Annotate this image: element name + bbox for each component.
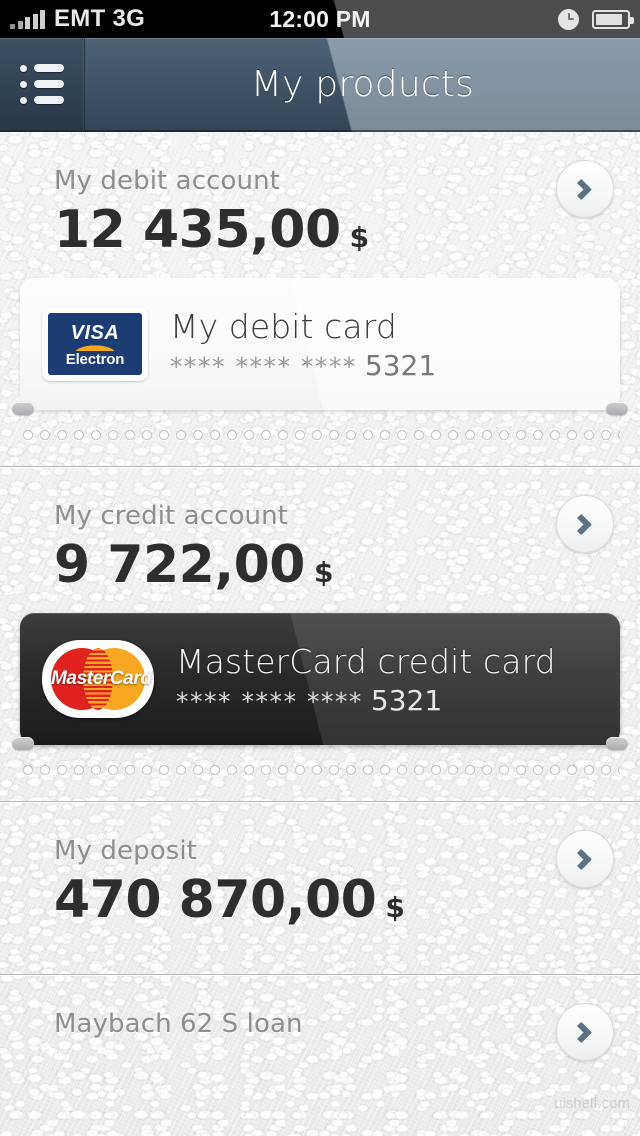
visa-electron-logo-icon: VISA Electron [42, 307, 148, 381]
card-credit-text: MasterCard credit card **** **** **** 53… [176, 642, 556, 717]
account-label: My credit account [54, 501, 288, 531]
watermark: uishelf.com [554, 1095, 630, 1112]
card-credit[interactable]: MasterCard MasterCard credit card **** *… [20, 613, 620, 745]
card-number: **** **** **** 5321 [176, 684, 556, 717]
card-number-mask: **** **** **** [176, 686, 363, 716]
products-list: My debit account 12 435,00 $ VISA Electr… [0, 132, 640, 1136]
chevron-right-icon [570, 178, 592, 200]
card-title: My debit card [170, 306, 397, 346]
visa-swoosh-icon [71, 344, 119, 351]
account-summary-debit[interactable]: My debit account 12 435,00 $ [0, 132, 640, 260]
account-currency: $ [385, 891, 405, 924]
status-bar-right [558, 0, 634, 38]
card-title: MasterCard credit card [176, 641, 556, 681]
chevron-right-icon [570, 848, 592, 870]
chevron-right-icon [570, 513, 592, 535]
account-summary-credit[interactable]: My credit account 9 722,00 $ [0, 467, 640, 595]
account-amount: 470 870,00 [54, 870, 377, 930]
card-rivet-right [606, 402, 628, 415]
account-currency: $ [349, 221, 370, 254]
account-amount: 12 435,00 [54, 200, 341, 260]
list-menu-icon [20, 64, 64, 104]
chevron-right-icon [570, 1021, 592, 1043]
account-balance-row: 470 870,00 $ [54, 870, 640, 930]
visa-electron-wordmark: Electron [65, 351, 125, 368]
card-number-last4: 5321 [370, 683, 443, 717]
account-amount: 9 722,00 [54, 535, 305, 595]
battery-icon [592, 9, 634, 29]
card-number-last4: 5321 [364, 348, 437, 382]
account-detail-button[interactable] [556, 830, 614, 888]
page-title: My products [250, 63, 475, 105]
card-debit[interactable]: VISA Electron My debit card **** **** **… [20, 278, 620, 410]
card-number-mask: **** **** **** [170, 351, 357, 381]
stitched-edge [20, 759, 620, 779]
mastercard-wordmark: MasterCard [51, 668, 152, 689]
account-group-deposit[interactable]: My deposit 470 870,00 $ [0, 802, 640, 974]
mastercard-logo-icon: MasterCard [42, 640, 154, 718]
account-group-credit[interactable]: My credit account 9 722,00 $ MasterCard [0, 467, 640, 801]
visa-wordmark: VISA [70, 322, 120, 344]
account-detail-button[interactable] [556, 495, 614, 553]
navbar-bottom-shadow [0, 130, 640, 132]
card-rivet-right [606, 737, 628, 750]
account-label: My debit account [54, 166, 280, 196]
status-bar: EMT 3G 12:00 PM [0, 0, 640, 38]
card-number: **** **** **** 5321 [170, 349, 436, 382]
card-rivet-left [12, 737, 34, 750]
status-bar-time: 12:00 PM [269, 5, 371, 32]
card-debit-wrapper[interactable]: VISA Electron My debit card **** **** **… [12, 278, 628, 415]
account-currency: $ [313, 556, 334, 589]
account-label: Maybach 62 S loan [54, 1009, 303, 1039]
card-credit-wrapper[interactable]: MasterCard MasterCard credit card **** *… [12, 613, 628, 750]
account-balance-row: 9 722,00 $ [54, 535, 640, 595]
account-summary-deposit[interactable]: My deposit 470 870,00 $ [0, 802, 640, 930]
account-summary-loan[interactable]: Maybach 62 S loan [0, 975, 640, 1061]
card-rivet-left [12, 402, 34, 415]
account-group-loan[interactable]: Maybach 62 S loan [0, 975, 640, 1061]
menu-button[interactable] [0, 38, 85, 130]
clock-icon [558, 8, 579, 30]
account-detail-button[interactable] [556, 160, 614, 218]
card-debit-text: My debit card **** **** **** 5321 [170, 307, 436, 382]
account-group-debit[interactable]: My debit account 12 435,00 $ VISA Electr… [0, 132, 640, 466]
account-balance-row: 12 435,00 $ [54, 200, 640, 260]
account-detail-button[interactable] [556, 1003, 614, 1061]
account-label: My deposit [54, 836, 197, 866]
stitched-edge [20, 424, 620, 444]
navigation-bar: My products [0, 38, 640, 132]
